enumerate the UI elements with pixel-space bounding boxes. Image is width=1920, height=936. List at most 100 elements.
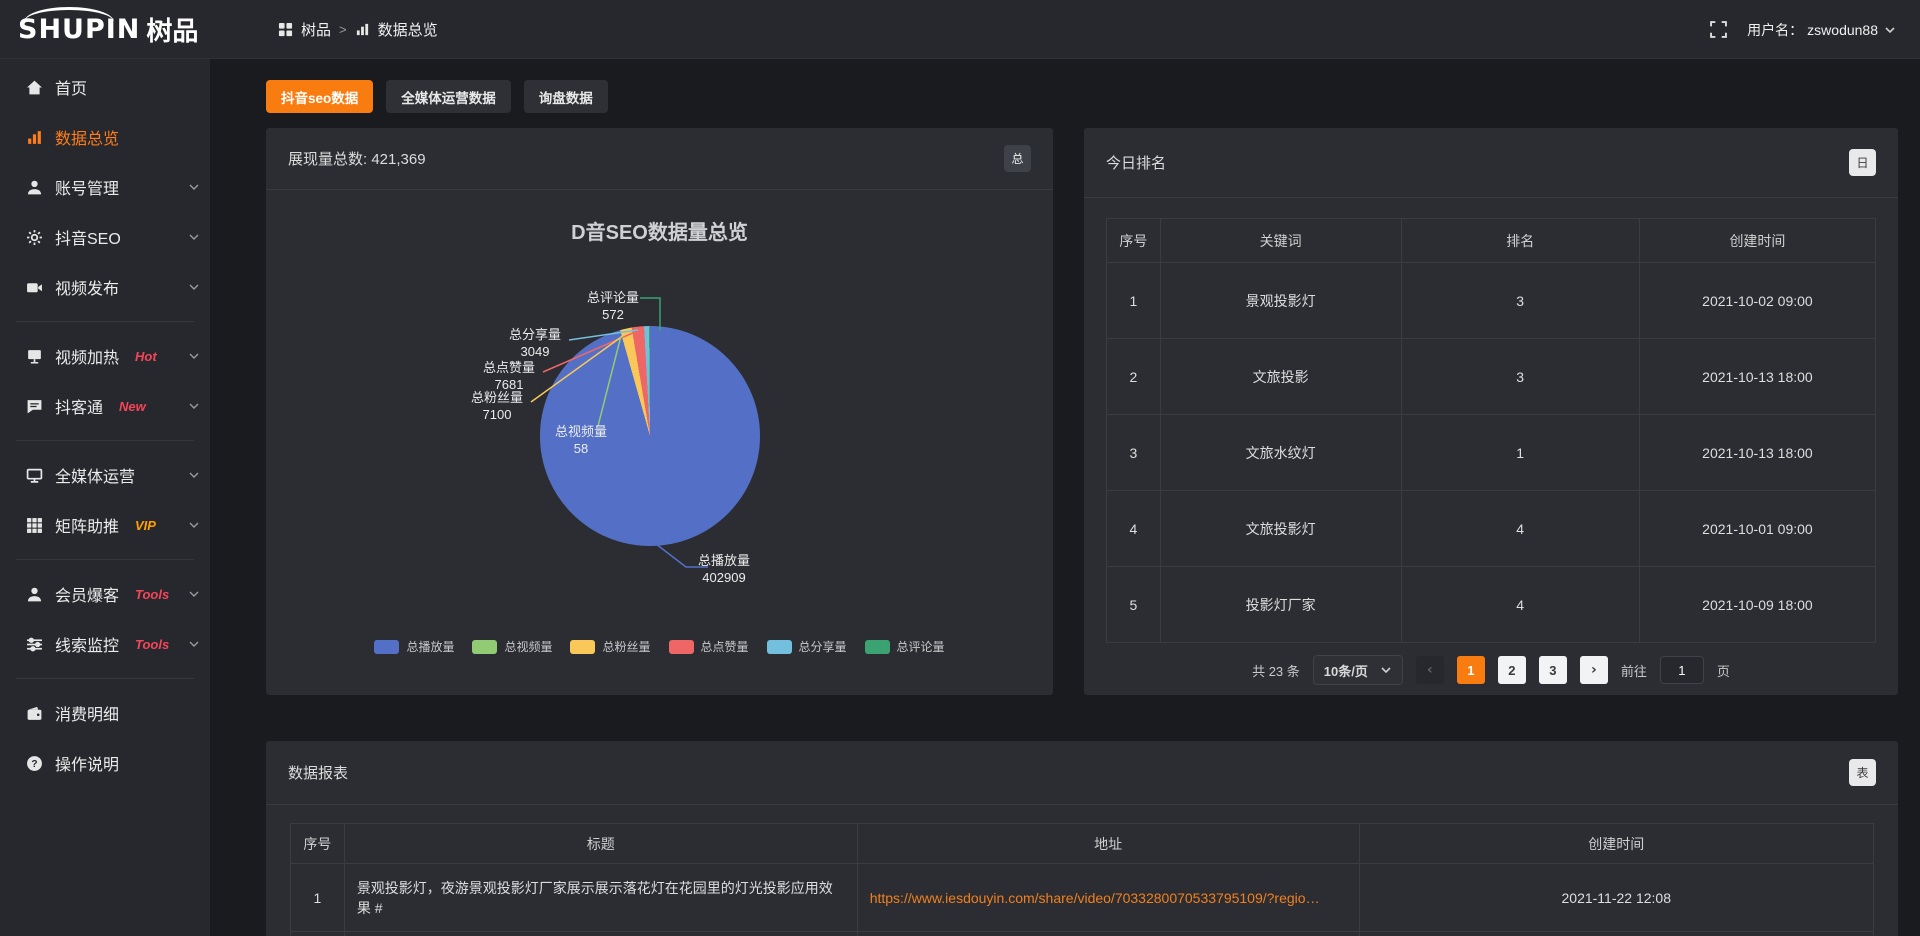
legend-item-likes[interactable]: 总点赞量: [669, 638, 749, 655]
goto-page-input[interactable]: [1660, 656, 1704, 684]
legend-item-videos[interactable]: 总视频量: [472, 638, 552, 655]
page-size-select[interactable]: 10条/页: [1313, 655, 1403, 685]
cell-created: 2021-10-13 18:00: [1639, 415, 1875, 491]
user-menu[interactable]: 用户名： zswodun88: [1747, 20, 1896, 40]
cell-keyword: 文旅投影: [1160, 339, 1401, 415]
cell-created: 2021-10-01 09:00: [1639, 491, 1875, 567]
cell-rank: 3: [1401, 339, 1639, 415]
legend-item-comments[interactable]: 总评论量: [865, 638, 945, 655]
legend-swatch: [767, 640, 792, 654]
cell-url: [857, 932, 1359, 936]
sidebar-item-home[interactable]: 首页: [0, 62, 210, 112]
video-camera-icon: [26, 279, 43, 296]
cell-rank: 4: [1401, 491, 1639, 567]
home-icon: [26, 79, 43, 96]
sidebar-item-label: 线索监控: [55, 632, 119, 656]
sidebar-item-label: 账号管理: [55, 175, 119, 199]
table-row: [291, 932, 1874, 936]
column-header-keyword: 关键词: [1160, 219, 1401, 263]
chevron-down-icon: [188, 181, 200, 193]
cell-no: 5: [1107, 567, 1161, 643]
next-page-button[interactable]: ›: [1580, 656, 1608, 684]
total-badge[interactable]: 总: [1004, 145, 1031, 172]
sidebar-item-clue-monitor[interactable]: 线索监控 Tools: [0, 619, 210, 669]
sidebar-item-label: 消费明细: [55, 701, 119, 725]
pie-label-value: 7100: [483, 406, 512, 423]
cell-title: [344, 932, 857, 936]
pie-label-value: 3049: [521, 343, 550, 360]
legend-swatch: [472, 640, 497, 654]
table-row: 5 投影灯厂家 4 2021-10-09 18:00: [1107, 567, 1876, 643]
sidebar-divider: [16, 321, 194, 322]
chevron-down-icon: [188, 469, 200, 481]
sidebar-item-instructions[interactable]: ? 操作说明: [0, 738, 210, 788]
cell-keyword: 景观投影灯: [1160, 263, 1401, 339]
sidebar-item-media-ops[interactable]: 全媒体运营: [0, 450, 210, 500]
pie-label-shares: 总分享量 3049: [487, 326, 583, 360]
sidebar-item-consumption-detail[interactable]: 消费明细: [0, 688, 210, 738]
pagination-total: 共 23 条: [1252, 661, 1300, 680]
sidebar-item-label: 首页: [55, 75, 87, 99]
sidebar-item-data-overview[interactable]: 数据总览: [0, 112, 210, 162]
pie-label-value: 572: [602, 306, 624, 323]
prev-page-button[interactable]: ‹: [1416, 656, 1444, 684]
sliders-icon: [26, 636, 43, 653]
sidebar-item-video-heat[interactable]: 视频加热 Hot: [0, 331, 210, 381]
page-button-1[interactable]: 1: [1457, 656, 1485, 684]
sidebar-item-member-burst[interactable]: 会员爆客 Tools: [0, 569, 210, 619]
tab-inquiry-data[interactable]: 询盘数据: [524, 80, 608, 113]
sidebar-item-label: 操作说明: [55, 751, 119, 775]
sidebar-item-matrix-boost[interactable]: 矩阵助推 VIP: [0, 500, 210, 550]
table-row: 3 文旅水纹灯 1 2021-10-13 18:00: [1107, 415, 1876, 491]
tab-douyin-seo-data[interactable]: 抖音seo数据: [266, 80, 373, 113]
legend-item-shares[interactable]: 总分享量: [767, 638, 847, 655]
column-header-no: 序号: [291, 824, 345, 864]
fullscreen-icon[interactable]: [1710, 21, 1727, 38]
table-badge[interactable]: 表: [1849, 759, 1876, 786]
tools-badge: Tools: [135, 637, 169, 652]
page-button-3[interactable]: 3: [1539, 656, 1567, 684]
sidebar-divider: [16, 559, 194, 560]
sidebar-item-douyin-seo[interactable]: 抖音SEO: [0, 212, 210, 262]
cell-no: 1: [1107, 263, 1161, 339]
svg-text:?: ?: [31, 758, 37, 769]
chevron-down-icon: [1380, 664, 1392, 676]
breadcrumb: 树品 > 数据总览: [278, 0, 438, 59]
page-button-2[interactable]: 2: [1498, 656, 1526, 684]
ranking-title: 今日排名: [1106, 152, 1166, 173]
data-tabs: 抖音seo数据 全媒体运营数据 询盘数据: [266, 80, 608, 113]
legend-swatch: [669, 640, 694, 654]
sidebar-item-douketong[interactable]: 抖客通 New: [0, 381, 210, 431]
sidebar-item-label: 视频加热: [55, 344, 119, 368]
goto-label: 前往: [1621, 661, 1647, 680]
chevron-down-icon: [1884, 24, 1896, 36]
app-logo: SHUPIN 树品: [18, 0, 210, 59]
chevron-down-icon: [188, 400, 200, 412]
cell-title: 景观投影灯，夜游景观投影灯厂家展示展示落花灯在花园里的灯光投影应用效果 #: [344, 864, 857, 932]
pagination: 共 23 条 10条/页 ‹ 1 2 3 › 前往 页: [1106, 655, 1876, 685]
gear-icon: [26, 229, 43, 246]
cell-url-link[interactable]: https://www.iesdouyin.com/share/video/70…: [857, 864, 1359, 932]
day-badge[interactable]: 日: [1849, 149, 1876, 176]
sidebar-item-video-publish[interactable]: 视频发布: [0, 262, 210, 312]
pie-label-name: 总点赞量: [483, 359, 535, 376]
report-header-row: 序号 标题 地址 创建时间: [291, 824, 1874, 864]
cell-no: 1: [291, 864, 345, 932]
goto-suffix: 页: [1717, 661, 1730, 680]
sidebar-item-label: 视频发布: [55, 275, 119, 299]
pie-label-name: 总播放量: [698, 552, 750, 569]
legend-item-fans[interactable]: 总粉丝量: [570, 638, 650, 655]
cell-keyword: 文旅投影灯: [1160, 491, 1401, 567]
legend-item-plays[interactable]: 总播放量: [374, 638, 454, 655]
chevron-down-icon: [188, 281, 200, 293]
breadcrumb-separator: >: [339, 22, 347, 37]
sidebar-item-account[interactable]: 账号管理: [0, 162, 210, 212]
wallet-icon: [26, 705, 43, 722]
top-bar: SHUPIN 树品 树品 > 数据总览 用户名： zswodun88: [0, 0, 1920, 59]
ranking-body: 序号 关键词 排名 创建时间 1 景观投影灯 3 2021-10-02 09:0…: [1084, 198, 1898, 685]
cell-keyword: 文旅水纹灯: [1160, 415, 1401, 491]
tab-media-ops-data[interactable]: 全媒体运营数据: [386, 80, 511, 113]
cell-no: 3: [1107, 415, 1161, 491]
legend-swatch: [570, 640, 595, 654]
breadcrumb-root[interactable]: 树品: [301, 19, 331, 40]
